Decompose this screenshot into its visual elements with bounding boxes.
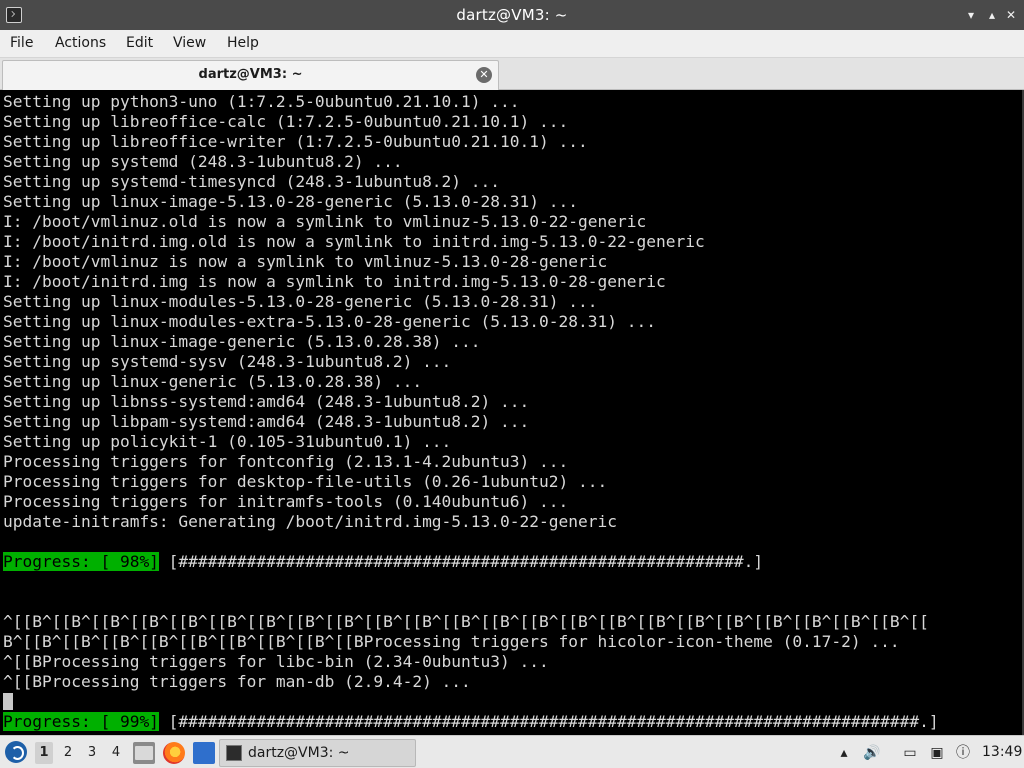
tab-label: dartz@VM3: ~ [198,67,303,82]
menu-bar: File Actions Edit View Help [0,30,1024,58]
maximize-icon[interactable]: ▴ [985,8,999,22]
tab-close-icon[interactable]: ✕ [476,67,492,83]
terminal-task-icon [226,745,242,761]
terminal-line: Processing triggers for fontconfig (2.13… [3,452,569,471]
terminal-line: ^[[BProcessing triggers for man-db (2.9.… [3,672,471,691]
terminal-line: Setting up policykit-1 (0.105-31ubuntu0.… [3,432,452,451]
task-label: dartz@VM3: ~ [248,745,350,761]
progress-bar: [#######################################… [158,712,939,731]
file-manager-icon[interactable] [133,742,155,764]
tray-expand-icon[interactable]: ▴ [835,744,853,762]
terminal-line: Setting up linux-modules-5.13.0-28-gener… [3,292,598,311]
minimize-icon[interactable]: ▾ [964,8,978,22]
menu-file[interactable]: File [10,35,33,51]
workspace-4[interactable]: 4 [107,742,125,764]
workspace-3[interactable]: 3 [83,742,101,764]
terminal-lines: Setting up python3-uno (1:7.2.5-0ubuntu0… [3,92,1003,732]
terminal-line: I: /boot/vmlinuz is now a symlink to vml… [3,252,608,271]
terminal-line: Setting up libreoffice-writer (1:7.2.5-0… [3,132,588,151]
progress-label: Progress: [ 99%] [3,712,159,731]
terminal-line: Setting up linux-image-generic (5.13.0.2… [3,332,481,351]
terminal-line: Setting up libnss-systemd:amd64 (248.3-1… [3,392,530,411]
terminal-line: Setting up linux-generic (5.13.0.28.38) … [3,372,423,391]
close-icon[interactable]: ✕ [1004,8,1018,22]
workspace-2[interactable]: 2 [59,742,77,764]
workspace-1[interactable]: 1 [35,742,53,764]
tab-bar: dartz@VM3: ~ ✕ [0,58,1024,90]
progress-label: Progress: [ 98%] [3,552,159,571]
tab-terminal[interactable]: dartz@VM3: ~ ✕ [2,60,499,90]
menu-edit[interactable]: Edit [126,35,153,51]
progress-line: Progress: [ 98%] [######################… [3,552,1003,572]
menu-help[interactable]: Help [227,35,259,51]
terminal-cursor [3,693,13,710]
terminal-line: Setting up libreoffice-calc (1:7.2.5-0ub… [3,112,569,131]
progress-line: Progress: [ 99%] [######################… [3,712,1003,732]
terminal-line: I: /boot/initrd.img is now a symlink to … [3,272,666,291]
terminal-line: Setting up systemd-timesyncd (248.3-1ubu… [3,172,501,191]
terminal-line: Processing triggers for initramfs-tools … [3,492,569,511]
show-desktop-icon[interactable] [193,742,215,764]
terminal-line: Setting up systemd-sysv (248.3-1ubuntu8.… [3,352,452,371]
taskbar-terminal-button[interactable]: dartz@VM3: ~ [219,739,416,767]
window-titlebar[interactable]: dartz@VM3: ~ ▾ ▴ ✕ [0,0,1024,30]
clock[interactable]: 13:49 [982,744,1022,760]
terminal-line: Setting up libpam-systemd:amd64 (248.3-1… [3,412,530,431]
firefox-icon[interactable] [163,742,185,764]
terminal-line: B^[[B^[[B^[[B^[[B^[[B^[[B^[[B^[[B^[[BPro… [3,632,900,651]
terminal-line: I: /boot/vmlinuz.old is now a symlink to… [3,212,647,231]
cursor-line [3,692,1003,712]
volume-icon[interactable]: 🔊 [863,744,881,762]
network-icon[interactable]: ▣ [928,744,946,762]
terminal-line: Setting up systemd (248.3-1ubuntu8.2) ..… [3,152,403,171]
terminal-line: Setting up python3-uno (1:7.2.5-0ubuntu0… [3,92,520,111]
terminal-line: ^[[BProcessing triggers for libc-bin (2.… [3,652,549,671]
start-menu-icon[interactable] [5,741,27,763]
terminal-line: Setting up linux-image-5.13.0-28-generic… [3,192,578,211]
terminal-line: Processing triggers for desktop-file-uti… [3,472,608,491]
menu-view[interactable]: View [173,35,206,51]
menu-actions[interactable]: Actions [55,35,106,51]
clipboard-icon[interactable]: ▭ [901,744,919,762]
terminal-line: Setting up linux-modules-extra-5.13.0-28… [3,312,656,331]
progress-bar: [#######################################… [158,552,764,571]
taskbar: 1 2 3 4 dartz@VM3: ~ ▴ 🔊 ▭ ▣ ⓘ 13:49 [0,735,1024,768]
terminal-line: ^[[B^[[B^[[B^[[B^[[B^[[B^[[B^[[B^[[B^[[B… [3,612,929,631]
window-title: dartz@VM3: ~ [456,6,568,24]
terminal-line: update-initramfs: Generating /boot/initr… [3,512,617,531]
terminal-output[interactable]: Setting up python3-uno (1:7.2.5-0ubuntu0… [0,90,1024,735]
terminal-line: I: /boot/initrd.img.old is now a symlink… [3,232,705,251]
update-notifier-icon[interactable]: ⓘ [954,744,972,762]
